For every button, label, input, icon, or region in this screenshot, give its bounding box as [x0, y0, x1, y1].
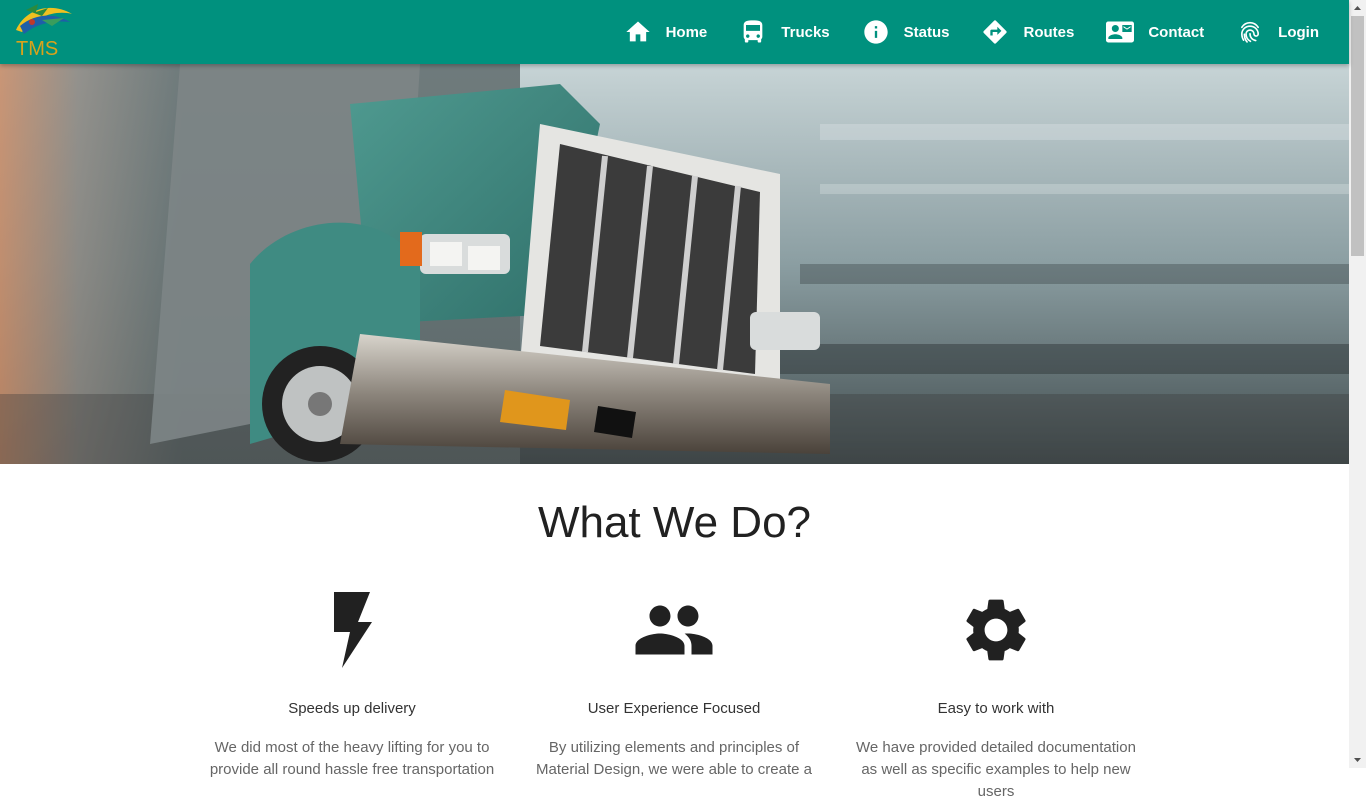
nav-menu: Home Trucks Status Routes Contact Login — [608, 0, 1335, 64]
group-icon — [524, 590, 824, 670]
feature-title: Speeds up delivery — [288, 700, 416, 717]
home-icon — [624, 18, 652, 46]
nav-status-label: Status — [903, 23, 950, 41]
section-title: What We Do? — [537, 498, 812, 547]
nav-home-label: Home — [665, 23, 708, 41]
feature-text: By utilizing elements and principles of … — [536, 739, 812, 778]
nav-login-label: Login — [1278, 23, 1319, 41]
nav-contact[interactable]: Contact — [1090, 0, 1220, 64]
nav-trucks[interactable]: Trucks — [723, 0, 845, 64]
contact-mail-icon — [1106, 18, 1135, 46]
navbar: TMS Home Trucks Status Routes Contact Lo… — [0, 0, 1349, 64]
feature-title: Easy to work with — [937, 700, 1055, 717]
nav-routes[interactable]: Routes — [965, 0, 1090, 64]
nav-routes-label: Routes — [1023, 23, 1075, 41]
feature-ux: User Experience Focused By utilizing ele… — [524, 590, 824, 781]
scrollbar-thumb[interactable] — [1351, 16, 1364, 256]
logo[interactable]: TMS — [12, 0, 78, 62]
fingerprint-icon — [1236, 18, 1264, 46]
feature-text: We have provided detailed documentation … — [856, 739, 1136, 800]
nav-contact-label: Contact — [1148, 23, 1205, 41]
nav-login[interactable]: Login — [1220, 0, 1335, 64]
feature-title: User Experience Focused — [587, 700, 761, 717]
nav-trucks-label: Trucks — [781, 23, 830, 41]
nav-status[interactable]: Status — [846, 0, 966, 64]
settings-icon — [846, 590, 1146, 670]
feature-text: We did most of the heavy lifting for you… — [209, 739, 495, 778]
scroll-up-icon[interactable] — [1349, 0, 1366, 16]
page-scrollbar[interactable] — [1349, 0, 1366, 768]
truck-hero-image — [0, 64, 1349, 464]
hero-banner — [0, 64, 1349, 464]
feature-speed: Speeds up delivery We did most of the he… — [202, 590, 502, 781]
scroll-down-icon[interactable] — [1349, 752, 1366, 768]
info-icon — [862, 18, 890, 46]
feature-easy: Easy to work with We have provided detai… — [846, 590, 1146, 803]
flash-icon — [202, 590, 502, 670]
nav-home[interactable]: Home — [608, 0, 724, 64]
bus-icon — [739, 18, 767, 46]
logo-text: TMS — [16, 38, 59, 60]
directions-icon — [981, 18, 1009, 46]
